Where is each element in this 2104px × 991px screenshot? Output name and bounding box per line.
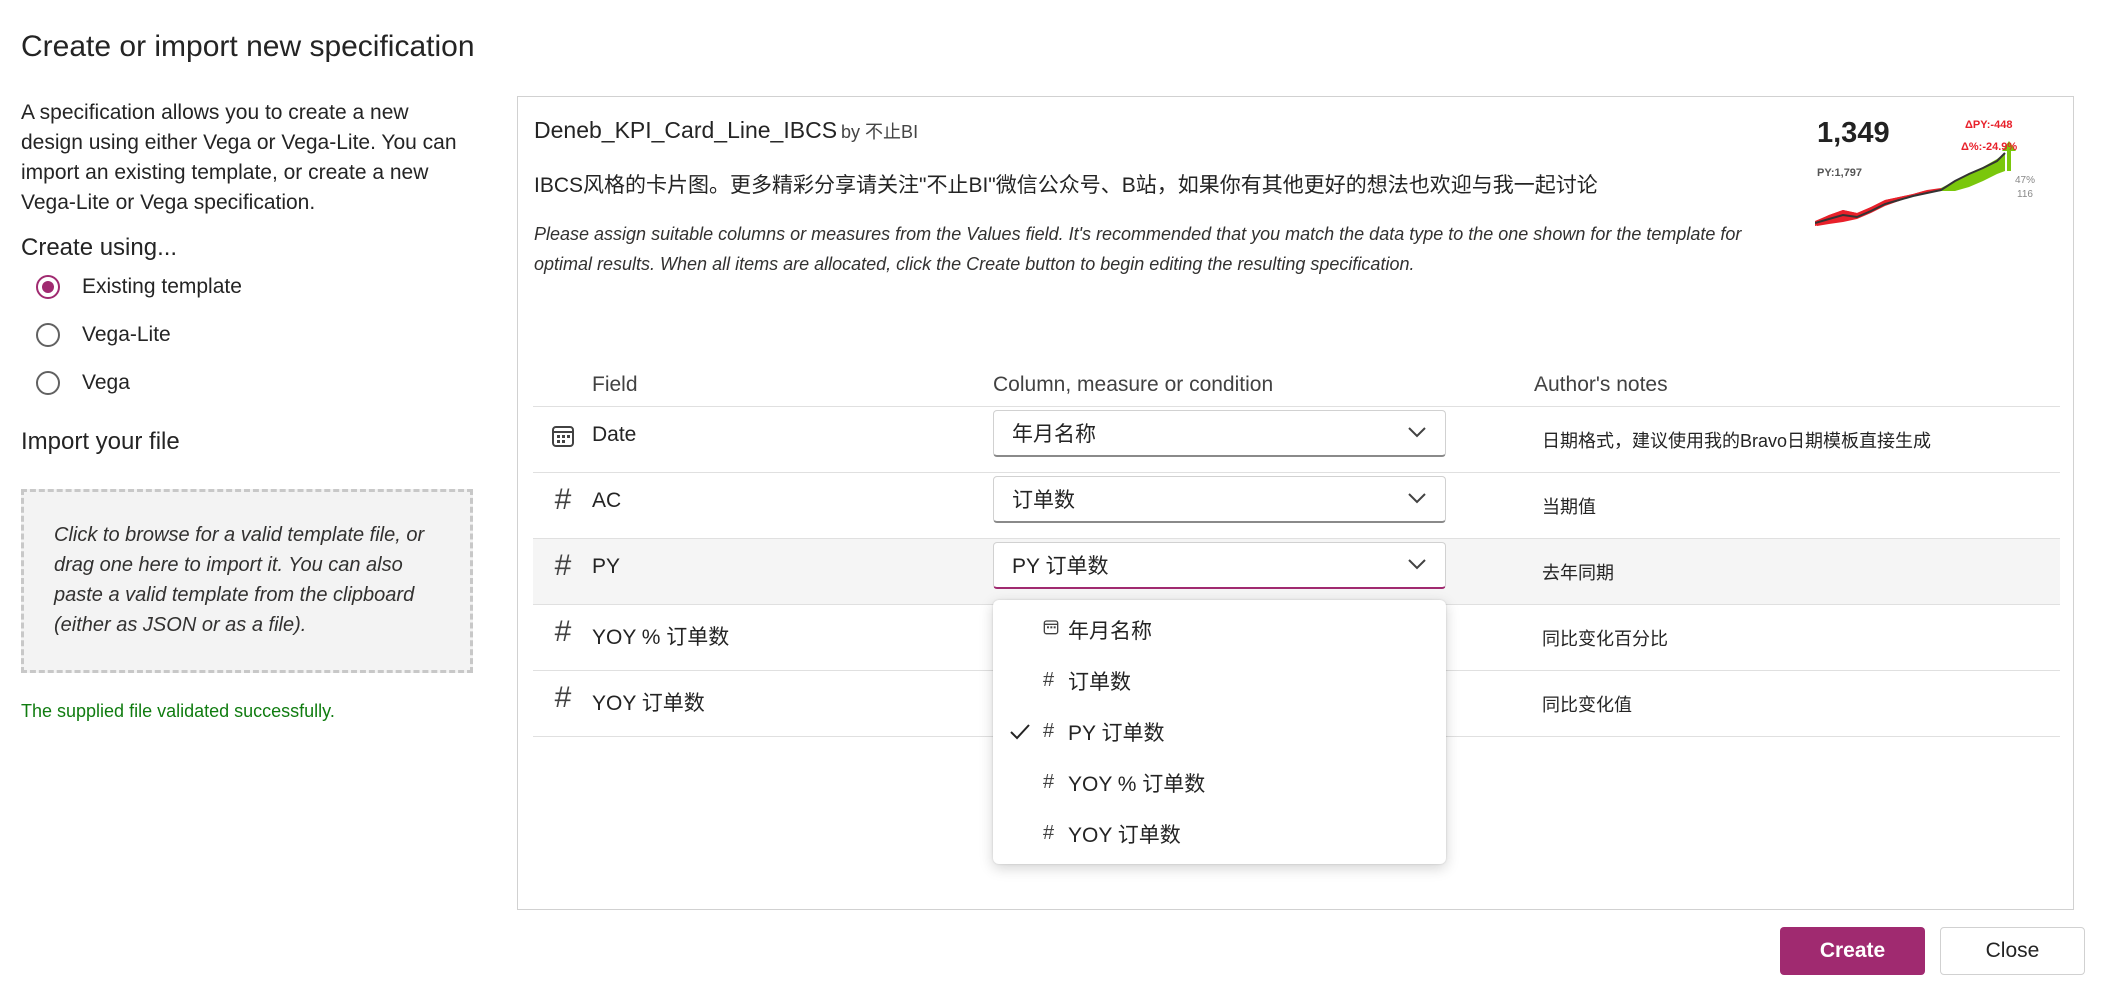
hash-icon: # [1043,720,1055,742]
radio-label: Existing template [82,275,242,298]
calendar-icon [548,422,578,456]
select-value: 年月名称 [1012,423,1096,446]
hash-icon: # [554,483,572,516]
option-label: YOY % 订单数 [1068,772,1206,796]
template-instructions: Please assign suitable columns or measur… [534,224,1742,274]
intro-text: A specification allows you to create a n… [21,101,457,214]
column-options-listbox: 年月名称 # 订单数 # PY 订单数 # YOY % 订单数 # YOY 订单… [993,600,1446,864]
close-button[interactable]: Close [1940,927,2085,975]
option-item[interactable]: # YOY 订单数 [993,808,1446,859]
radio-vega[interactable]: Vega [36,366,130,400]
hash-icon: # [1043,822,1055,844]
chevron-down-icon [1408,493,1426,504]
row-note-date: 日期格式，建议使用我的Bravo日期模板直接生成 [1542,431,1932,451]
template-description: IBCS风格的卡片图。更多精彩分享请关注"不止BI"微信公众号、B站，如果你有其… [534,174,1598,197]
create-using-label: Create using... [21,234,178,261]
hash-icon: # [554,681,572,714]
kpi-delta-pct: Δ%:-24.9% [1961,141,2018,153]
template-name: Deneb_KPI_Card_Line_IBCS by 不止BI [534,117,918,144]
header-field: Field [592,373,638,396]
header-column: Column, measure or condition [993,373,1274,396]
hash-icon: # [1043,771,1055,793]
create-button[interactable]: Create [1780,927,1925,975]
row-note-py: 去年同期 [1542,563,1614,583]
row-note-ac: 当期值 [1542,497,1596,517]
option-item[interactable]: # 订单数 [993,655,1446,706]
select-value: PY 订单数 [1012,555,1109,578]
validation-message: The supplied file validated successfully… [21,701,335,721]
kpi-value: 1,349 [1817,117,1890,149]
row-note-yoy: 同比变化值 [1542,695,1632,715]
calendar-icon [1043,618,1059,641]
divider [533,406,2060,407]
radio-existing-template[interactable]: Existing template [36,270,242,304]
kpi-py: PY:1,797 [1817,167,1863,179]
row-field-py: PY [592,555,621,578]
option-item[interactable]: 年月名称 [993,604,1446,655]
row-field-ac: AC [592,489,622,512]
row-note-yoy-pct: 同比变化百分比 [1542,629,1668,649]
column-select-date[interactable]: 年月名称 [993,410,1446,457]
divider [533,472,2060,473]
import-file-label: Import your file [21,428,180,455]
template-name-text: Deneb_KPI_Card_Line_IBCS [534,117,838,143]
radio-button-checked[interactable] [36,275,60,299]
column-select-py[interactable]: PY 订单数 [993,542,1446,589]
template-author: by 不止BI [841,122,919,142]
checkmark-icon [1010,723,1030,739]
option-label: 订单数 [1068,670,1131,694]
hash-icon: # [1043,669,1055,691]
column-select-ac[interactable]: 订单数 [993,476,1446,523]
row-field-date: Date [592,423,637,446]
row-field-yoy-pct: YOY % 订单数 [592,626,730,649]
chevron-down-icon [1408,427,1426,438]
radio-label: Vega [82,371,130,394]
file-dropzone[interactable]: Click to browse for a valid template fil… [21,489,473,673]
radio-button[interactable] [36,371,60,395]
hash-icon: # [554,615,572,648]
option-label: 年月名称 [1068,619,1152,643]
option-item[interactable]: # YOY % 订单数 [993,757,1446,808]
select-value: 订单数 [1012,489,1075,512]
option-item-selected[interactable]: # PY 订单数 [993,706,1446,757]
dialog-title: Create or import new specification [21,30,475,63]
kpi-delta-py: ΔPY:-448 [1965,119,2013,131]
kpi-small-label: 116 [2017,189,2033,200]
header-notes: Author's notes [1534,373,1668,396]
chevron-down-icon [1408,559,1426,570]
radio-vega-lite[interactable]: Vega-Lite [36,318,171,352]
option-label: YOY 订单数 [1068,823,1181,847]
template-preview-image: 1,349 PY:1,797 ΔPY:-448 Δ%:-24.9% 47% 11… [1815,111,2045,241]
row-field-yoy: YOY 订单数 [592,692,705,715]
hash-icon: # [554,549,572,582]
radio-label: Vega-Lite [82,323,171,346]
kpi-pct-label: 47% [2015,175,2036,186]
template-panel: Deneb_KPI_Card_Line_IBCS by 不止BI IBCS风格的卡… [517,96,2074,910]
option-label: PY 订单数 [1068,721,1165,745]
radio-button[interactable] [36,323,60,347]
